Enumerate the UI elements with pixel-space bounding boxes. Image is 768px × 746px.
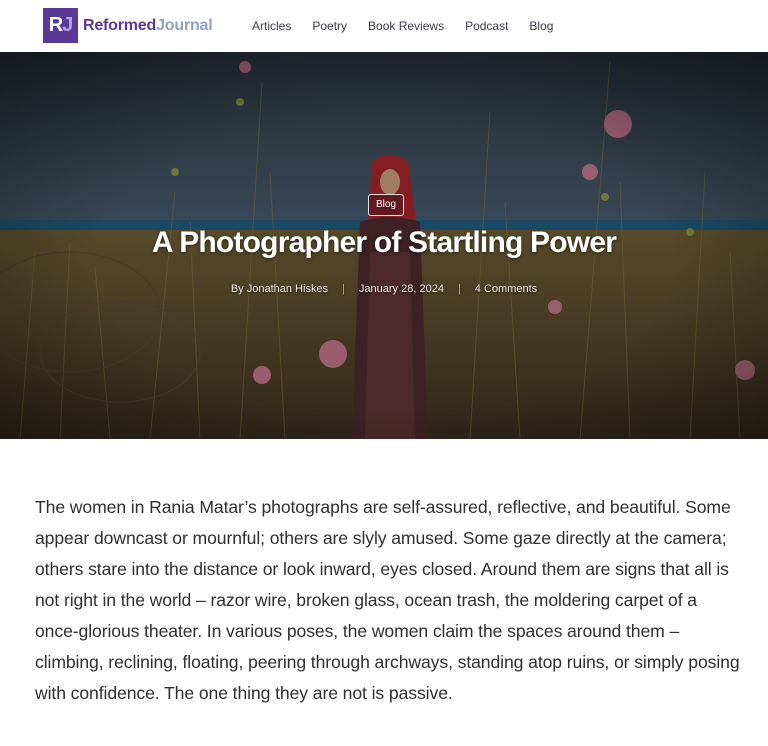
site-logo[interactable]: RJ ReformedJournal (43, 8, 213, 43)
publish-date: January 28, 2024 (358, 283, 444, 295)
article-title: A Photographer of Startling Power (151, 226, 617, 259)
nav-book-reviews[interactable]: Book Reviews (368, 19, 444, 33)
main-nav: Articles Poetry Book Reviews Podcast Blo… (252, 0, 574, 52)
nav-poetry[interactable]: Poetry (312, 19, 347, 33)
article-paragraph: The women in Rania Matar’s photographs a… (35, 497, 740, 703)
logo-text: ReformedJournal (83, 16, 213, 35)
logo-word-journal: Journal (156, 16, 213, 34)
nav-articles[interactable]: Articles (252, 19, 291, 33)
logo-mark: RJ (43, 8, 78, 43)
logo-word-reformed: Reformed (83, 16, 157, 34)
hero-banner: Blog A Photographer of Startling Power B… (0, 52, 768, 439)
meta-separator: | (457, 283, 461, 295)
comments-link[interactable]: 4 Comments (475, 283, 537, 295)
bottom-fade (0, 718, 768, 746)
author-byline[interactable]: By Jonathan Hiskes (231, 283, 328, 295)
site-header: RJ ReformedJournal Articles Poetry Book … (0, 0, 768, 53)
meta-separator: | (342, 283, 345, 295)
logo-mark-letter: R (48, 14, 63, 36)
logo-mark-accent: J (62, 14, 73, 36)
category-badge[interactable]: Blog (368, 194, 405, 216)
article-meta: By Jonathan Hiskes | January 28, 2024 | … (0, 283, 768, 295)
nav-blog[interactable]: Blog (529, 19, 553, 33)
nav-podcast[interactable]: Podcast (465, 19, 508, 33)
